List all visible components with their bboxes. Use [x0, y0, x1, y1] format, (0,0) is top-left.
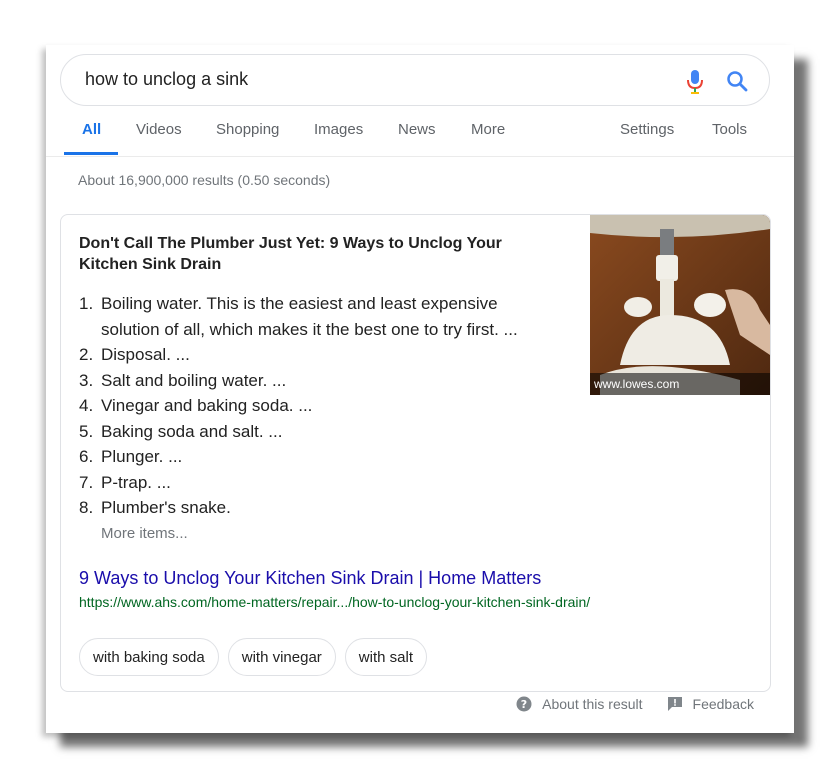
snippet-title: Don't Call The Plumber Just Yet: 9 Ways … [79, 235, 502, 273]
list-item: 1. Boiling water. This is the easiest and… [79, 294, 518, 339]
list-item: 7. P-trap. ... [79, 472, 171, 492]
result-url: https://www.ahs.com/home-matters/repair.… [79, 594, 591, 610]
tab-shopping[interactable]: Shopping [216, 121, 279, 138]
feedback-label: Feedback [692, 696, 754, 712]
snippet-image[interactable]: www.lowes.com [590, 215, 770, 395]
tab-videos[interactable]: Videos [136, 121, 182, 138]
result-stats: About 16,900,000 results (0.50 seconds) [78, 172, 331, 188]
feedback-icon [667, 697, 682, 711]
feedback-button[interactable]: Feedback [667, 696, 754, 712]
tab-all[interactable]: All [82, 121, 101, 138]
search-tabs: All Videos Shopping Images News More Set… [46, 119, 794, 157]
about-label: About this result [542, 696, 643, 712]
active-tab-indicator [64, 152, 118, 155]
tab-news[interactable]: News [398, 121, 436, 138]
image-source-caption: www.lowes.com [590, 373, 770, 395]
tab-more[interactable]: More [471, 121, 505, 138]
search-input[interactable]: how to unclog a sink [85, 69, 248, 90]
featured-snippet: Don't Call The Plumber Just Yet: 9 Ways … [60, 214, 771, 692]
refinement-chips: with baking soda with vinegar with salt [79, 638, 427, 676]
tab-settings[interactable]: Settings [620, 121, 674, 138]
list-item: 5. Baking soda and salt. ... [79, 421, 283, 441]
question-circle-icon: ? [516, 696, 532, 712]
steps-list: 1. Boiling water. This is the easiest and… [79, 291, 549, 521]
list-item: 3. Salt and boiling water. ... [79, 370, 287, 390]
list-item: 8. Plumber's snake. [79, 498, 231, 517]
more-items-link[interactable]: More items... [101, 525, 188, 542]
list-item: 6. Plunger. ... [79, 447, 183, 466]
sink-pipe-photo [590, 215, 770, 395]
search-icon[interactable] [725, 69, 749, 93]
microphone-icon[interactable] [685, 69, 705, 95]
svg-text:?: ? [521, 698, 527, 711]
search-box[interactable]: how to unclog a sink [60, 54, 770, 106]
chip-with-baking-soda[interactable]: with baking soda [79, 638, 219, 676]
result-title-link[interactable]: 9 Ways to Unclog Your Kitchen Sink Drain… [79, 568, 541, 589]
tab-tools[interactable]: Tools [712, 121, 747, 138]
chip-with-vinegar[interactable]: with vinegar [227, 638, 336, 676]
list-item: 4. Vinegar and baking soda. ... [79, 396, 313, 415]
chip-with-salt[interactable]: with salt [344, 638, 427, 676]
about-this-result-button[interactable]: ? About this result [516, 696, 643, 712]
snippet-footer: ? About this result Feedback [516, 696, 754, 712]
search-results-card: how to unclog a sink All Videos Shopping… [46, 45, 794, 733]
list-item: 2. Disposal. ... [79, 345, 190, 364]
tab-images[interactable]: Images [314, 121, 363, 138]
